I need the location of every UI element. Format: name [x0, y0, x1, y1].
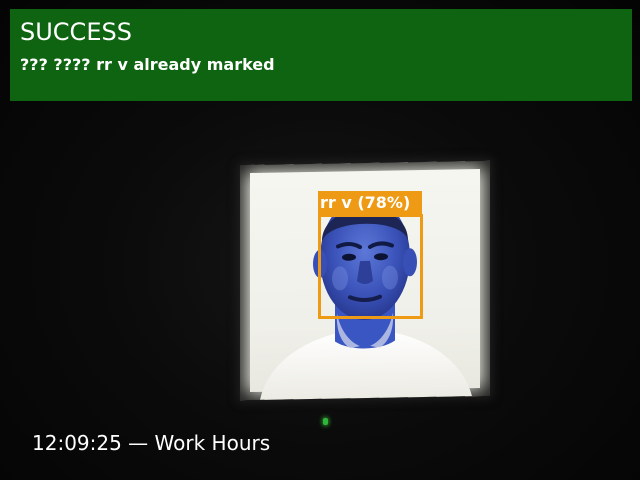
status-banner: SUCCESS ??? ???? rr v already marked	[10, 9, 632, 101]
camera-feed: SUCCESS ??? ???? rr v already marked rr …	[0, 0, 640, 480]
face-detection-box	[318, 214, 423, 319]
detection-label: rr v (78%)	[320, 193, 411, 212]
timestamp-label: 12:09:25 — Work Hours	[32, 431, 271, 455]
status-message: ??? ???? rr v already marked	[20, 55, 275, 74]
status-title: SUCCESS	[20, 18, 132, 46]
status-led	[323, 418, 328, 425]
